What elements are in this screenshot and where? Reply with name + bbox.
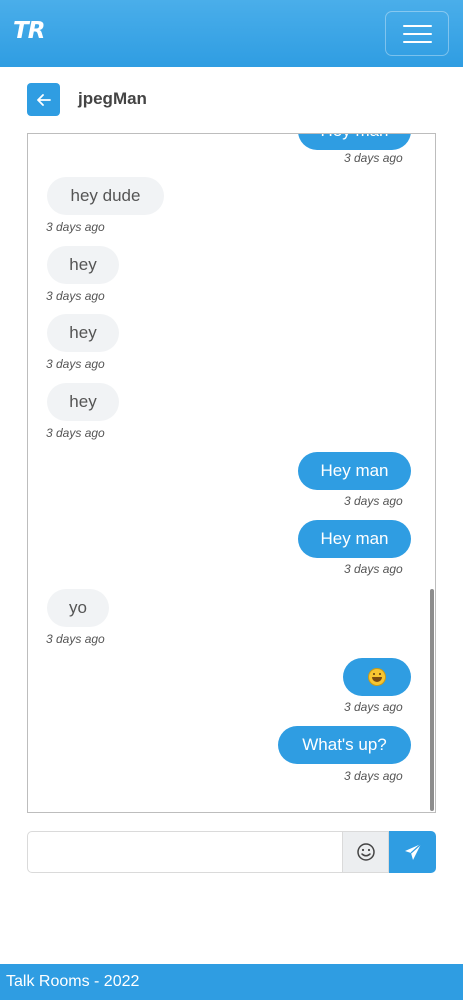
send-button[interactable] xyxy=(389,831,436,873)
message-bubble xyxy=(343,658,411,696)
chat-scrollbar[interactable] xyxy=(430,589,434,811)
message-bubble: What's up? xyxy=(278,726,411,764)
message-time: 3 days ago xyxy=(46,426,105,440)
message-bubble: hey dude xyxy=(47,177,164,215)
emoji-picker-button[interactable] xyxy=(342,831,389,873)
message-bubble: hey xyxy=(47,314,119,352)
grinning-face-icon xyxy=(368,668,386,686)
arrow-left-icon xyxy=(36,93,51,106)
message-time: 3 days ago xyxy=(344,494,403,508)
message-time: 3 days ago xyxy=(46,632,105,646)
message-time: 3 days ago xyxy=(344,151,403,165)
message-composer xyxy=(27,831,436,873)
message-bubble: Hey man xyxy=(298,520,411,558)
message-time: 3 days ago xyxy=(46,220,105,234)
footer: Talk Rooms - 2022 xyxy=(0,964,463,1000)
message-time: 3 days ago xyxy=(344,562,403,576)
message-bubble: hey xyxy=(47,246,119,284)
contact-name: jpegMan xyxy=(78,89,147,108)
message-time: 3 days ago xyxy=(344,700,403,714)
paper-plane-icon xyxy=(404,843,421,860)
message-time: 3 days ago xyxy=(344,769,403,783)
menu-toggle-button[interactable] xyxy=(385,11,449,56)
message-bubble: Hey man xyxy=(298,134,411,150)
message-bubble: Hey man xyxy=(298,452,411,490)
message-bubble: hey xyxy=(47,383,119,421)
message-input[interactable] xyxy=(27,831,343,873)
message-time: 3 days ago xyxy=(46,357,105,371)
message-time: 3 days ago xyxy=(46,289,105,303)
message-bubble: yo xyxy=(47,589,109,627)
top-navbar: TR xyxy=(0,0,463,67)
hamburger-icon xyxy=(403,25,432,27)
back-button[interactable] xyxy=(27,83,60,116)
brand-logo[interactable]: TR xyxy=(13,18,45,44)
smiley-icon xyxy=(356,843,375,861)
chat-messages-panel[interactable]: Hey man 3 days ago hey dude 3 days ago h… xyxy=(27,133,436,813)
